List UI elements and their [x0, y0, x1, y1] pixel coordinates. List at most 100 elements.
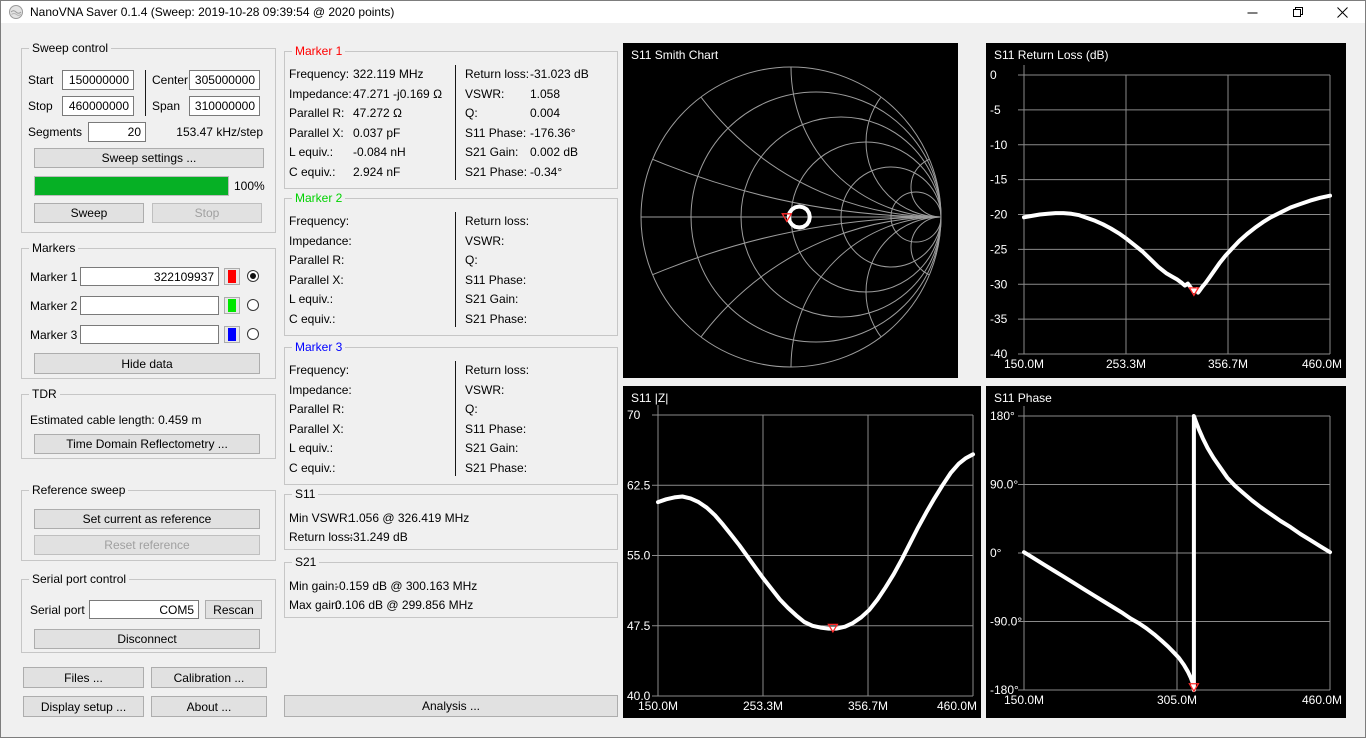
- marker2-radio[interactable]: [247, 299, 259, 311]
- marker1-radio[interactable]: [247, 270, 259, 282]
- reactance-arc: [641, 67, 941, 218]
- field-label: Impedance:: [289, 87, 352, 101]
- close-button[interactable]: [1320, 1, 1365, 23]
- reference-sweep-group: Reference sweep Set current as reference…: [21, 483, 276, 561]
- y-tick-label: -180°: [990, 683, 1019, 697]
- marker2-data-title: Marker 2: [292, 191, 346, 205]
- field-value: 0.106 dB @ 299.856 MHz: [335, 598, 474, 612]
- sweep-settings-button[interactable]: Sweep settings ...: [34, 148, 264, 168]
- field-label: Parallel X:: [289, 422, 344, 436]
- field-value: 0.002 dB: [530, 145, 579, 159]
- hide-data-button[interactable]: Hide data: [34, 353, 260, 374]
- marker2-color-button[interactable]: [224, 297, 240, 314]
- field-label: Return loss:: [465, 363, 530, 377]
- phase-chart-panel[interactable]: 150.0M 305.0M 460.0M 180° 90.0° 0° -90.0° -180°…: [986, 386, 1346, 718]
- stop-button[interactable]: Stop: [152, 203, 262, 223]
- y-tick-label: 70: [627, 408, 641, 422]
- cable-length-label: Estimated cable length: 0.459 m: [30, 413, 202, 427]
- field-label: Parallel X:: [289, 126, 344, 140]
- field-label: Frequency:: [289, 363, 350, 377]
- field-label: S21 Gain:: [465, 441, 519, 455]
- calibration-button[interactable]: Calibration ...: [151, 667, 267, 688]
- marker3-data-title: Marker 3: [292, 340, 346, 354]
- chart-title: S11 Smith Chart: [631, 48, 719, 62]
- y-tick-label: 90.0°: [990, 478, 1018, 492]
- field-label: C equiv.:: [289, 461, 336, 475]
- field-label: Min VSWR:: [289, 511, 352, 525]
- disconnect-button[interactable]: Disconnect: [34, 629, 260, 649]
- return-loss-chart-panel[interactable]: 150.0M 253.3M 356.7M 460.0M 0 -5 -10 -15 -20 -25 -…: [986, 43, 1346, 378]
- marker3-radio[interactable]: [247, 328, 259, 340]
- marker2-label: Marker 2: [30, 299, 78, 313]
- step-size-label: 153.47 kHz/step: [176, 125, 263, 139]
- marker1-data-title: Marker 1: [292, 44, 346, 58]
- minimize-button[interactable]: [1230, 1, 1275, 23]
- window-title: NanoVNA Saver 0.1.4 (Sweep: 2019-10-28 0…: [30, 5, 395, 19]
- field-label: Q:: [465, 106, 478, 120]
- data-trace: [656, 452, 975, 631]
- start-label: Start: [28, 73, 54, 87]
- field-label: Min gain:: [289, 579, 338, 593]
- s21-summary-group: S21 Min gain:-0.159 dB @ 300.163 MHz Max…: [284, 555, 618, 618]
- field-label: Impedance:: [289, 234, 352, 248]
- about-button[interactable]: About ...: [151, 696, 267, 717]
- field-value: -0.34°: [530, 165, 563, 179]
- serial-port-group: Serial port control Serial port Rescan D…: [21, 572, 276, 653]
- y-tick-label: 62.5: [627, 478, 651, 492]
- tdr-button[interactable]: Time Domain Reflectometry ...: [34, 434, 260, 454]
- rescan-button[interactable]: Rescan: [205, 600, 262, 619]
- field-value: 322.119 MHz: [353, 67, 424, 81]
- y-tick-label: -10: [990, 138, 1008, 152]
- marker1-color-swatch: [228, 270, 236, 283]
- marker2-color-swatch: [228, 299, 236, 312]
- center-frequency-input[interactable]: [189, 70, 260, 90]
- z-magnitude-chart-panel[interactable]: 150.0M 253.3M 356.7M 460.0M 70 62.5 55.0 47.5 40…: [623, 386, 981, 718]
- start-frequency-input[interactable]: [62, 70, 134, 90]
- marker2-frequency-input[interactable]: [80, 296, 219, 315]
- field-label: S21 Gain:: [465, 145, 519, 159]
- s11-summary-title: S11: [292, 487, 319, 501]
- field-label: Parallel R:: [289, 253, 345, 267]
- field-label: VSWR:: [465, 234, 505, 248]
- segments-input[interactable]: [88, 122, 146, 142]
- set-reference-button[interactable]: Set current as reference: [34, 509, 260, 529]
- sweep-control-group: Sweep control Start Center Stop Span Seg…: [21, 41, 276, 233]
- field-label: VSWR:: [465, 87, 505, 101]
- marker1-color-button[interactable]: [224, 268, 240, 285]
- smith-chart-panel[interactable]: S11 Smith Chart: [623, 43, 958, 378]
- field-label: Return loss:: [465, 214, 530, 228]
- marker1-frequency-input[interactable]: [80, 267, 219, 286]
- serial-port-title: Serial port control: [29, 572, 130, 586]
- segments-label: Segments: [28, 125, 83, 139]
- field-label: Parallel X:: [289, 273, 344, 287]
- tdr-group: TDR Estimated cable length: 0.459 m Time…: [21, 387, 276, 459]
- stop-frequency-input[interactable]: [62, 96, 134, 116]
- y-tick-label: -5: [990, 103, 1001, 117]
- serial-port-input[interactable]: [89, 600, 199, 619]
- span-frequency-input[interactable]: [189, 96, 260, 116]
- chart-title: S11 Phase: [994, 391, 1052, 405]
- marker3-color-button[interactable]: [224, 326, 240, 343]
- sweep-button[interactable]: Sweep: [34, 203, 144, 223]
- restore-button[interactable]: [1275, 1, 1320, 23]
- field-label: S11 Phase:: [465, 126, 527, 140]
- field-label: Q:: [465, 402, 478, 416]
- reset-reference-button[interactable]: Reset reference: [34, 535, 260, 555]
- field-value: 47.272 Ω: [353, 106, 403, 120]
- field-value: -31.023 dB: [530, 67, 589, 81]
- field-label: S21 Phase:: [465, 312, 528, 326]
- tdr-title: TDR: [29, 387, 60, 401]
- marker3-frequency-input[interactable]: [80, 325, 219, 344]
- chart-title: S11 |Z|: [631, 391, 668, 405]
- sweep-divider: [145, 70, 146, 116]
- field-label: Frequency:: [289, 67, 350, 81]
- y-tick-label: 180°: [990, 409, 1015, 423]
- field-label: L equiv.:: [289, 145, 334, 159]
- analysis-button[interactable]: Analysis ...: [284, 695, 618, 717]
- files-button[interactable]: Files ...: [23, 667, 144, 688]
- x-tick-label: 253.3M: [743, 699, 783, 713]
- stop-label: Stop: [28, 99, 53, 113]
- chart-title: S11 Return Loss (dB): [994, 48, 1109, 62]
- field-label: Frequency:: [289, 214, 350, 228]
- display-setup-button[interactable]: Display setup ...: [23, 696, 144, 717]
